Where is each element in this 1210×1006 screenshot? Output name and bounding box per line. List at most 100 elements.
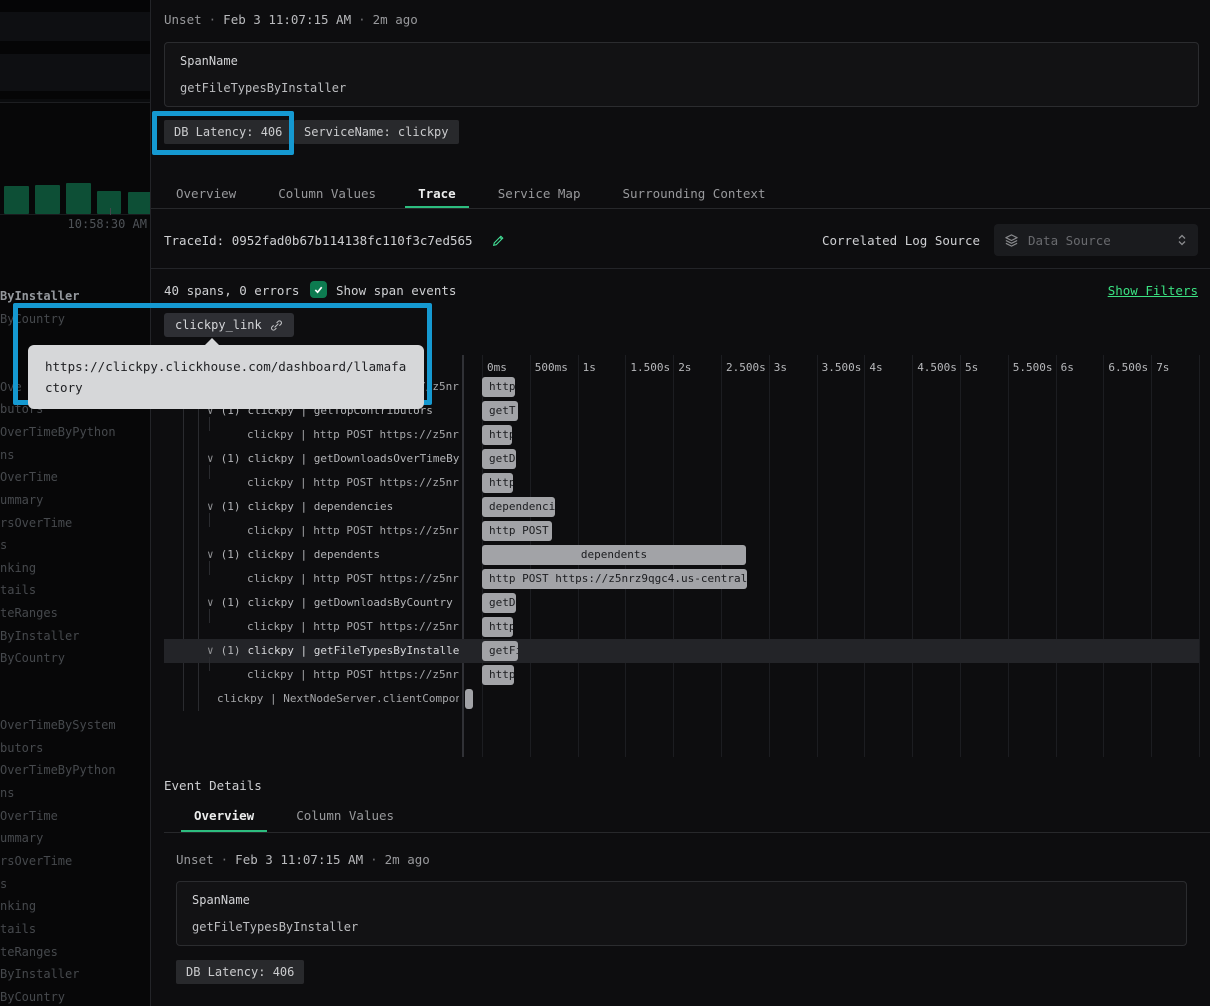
chevron-down-icon[interactable]: ∨ xyxy=(207,591,214,615)
axis-tick-label: 5s xyxy=(965,361,978,374)
chevron-down-icon[interactable]: ∨ xyxy=(207,447,214,471)
db-latency-badge-bottom[interactable]: DB Latency: 406 xyxy=(176,960,304,984)
event-timestamp: Feb 3 11:07:15 AM xyxy=(235,852,363,867)
event-tab-overview[interactable]: Overview xyxy=(181,800,267,832)
db-latency-badge[interactable]: DB Latency: 406 xyxy=(164,120,292,144)
span-duration-bar[interactable]: http POST https://z5nrz9qgc4.us-central xyxy=(482,569,747,589)
background-list-item: teRanges xyxy=(0,605,150,622)
background-row xyxy=(0,54,150,91)
background-list-item: ummary xyxy=(0,830,150,847)
span-name-box: SpanName getFileTypesByInstaller xyxy=(164,42,1199,107)
background-list-item: ummary xyxy=(0,492,150,509)
span-row[interactable]: ∨(1)clickpy | dependenciesdependenci xyxy=(151,495,1210,519)
span-duration-bar[interactable]: dependenci xyxy=(482,497,555,517)
event-details-tabs: Overview Column Values xyxy=(164,800,1210,833)
detail-tabs: Overview Column Values Trace Service Map Sur… xyxy=(151,178,1210,209)
histogram-bar xyxy=(35,185,60,214)
background-list-item: ByCountry xyxy=(0,311,150,328)
axis-tick-label: 2.500s xyxy=(726,361,766,374)
link-icon xyxy=(270,319,283,332)
clickpy-link-badge[interactable]: clickpy_link xyxy=(164,313,294,337)
span-duration-bar[interactable]: getD xyxy=(482,449,516,469)
span-row[interactable]: clickpy | http POST https://z5nrz http PO… xyxy=(151,567,1210,591)
span-duration-bar[interactable]: http xyxy=(482,665,514,685)
axis-tick-label: 2s xyxy=(678,361,691,374)
background-list-item: rsOverTime xyxy=(0,853,150,870)
link-url-tooltip: https://clickpy.clickhouse.com/dashboard… xyxy=(28,345,424,409)
span-duration-bar[interactable]: http xyxy=(482,617,513,637)
spans-summary: 40 spans, 0 errors xyxy=(164,283,299,298)
trace-waterfall: 0ms500ms1s1.500s2s2.500s3s3.500s4s4.500s… xyxy=(151,355,1210,757)
tab-overview[interactable]: Overview xyxy=(163,178,249,208)
histogram-bar xyxy=(4,186,29,214)
span-duration-bar[interactable]: http xyxy=(482,425,512,445)
span-label: clickpy | NextNodeServer.clientCompone xyxy=(217,687,459,711)
tab-service-map[interactable]: Service Map xyxy=(485,178,594,208)
chevron-down-icon[interactable]: ∨ xyxy=(207,639,214,663)
span-label: clickpy | getFileTypesByInstaller xyxy=(248,639,460,663)
axis-tick-label: 1s xyxy=(583,361,596,374)
span-row[interactable]: ∨(1)clickpy | dependentsdependents xyxy=(151,543,1210,567)
background-list-item: OverTimeByPython xyxy=(0,424,150,441)
span-details-drawer: Unset·Feb 3 11:07:15 AM·2m ago SpanName … xyxy=(150,0,1210,1006)
tab-surrounding-context[interactable]: Surrounding Context xyxy=(610,178,779,208)
tab-trace[interactable]: Trace xyxy=(405,178,469,208)
clickpy-link-label: clickpy_link xyxy=(175,318,262,332)
data-source-select[interactable]: Data Source xyxy=(994,224,1198,256)
span-row[interactable]: clickpy | http POST https://z5nrz http xyxy=(151,423,1210,447)
span-label: clickpy | http POST https://z5nrz xyxy=(247,423,459,447)
axis-tick-label: 3.500s xyxy=(822,361,862,374)
edit-icon[interactable] xyxy=(491,233,506,248)
service-name-badge[interactable]: ServiceName: clickpy xyxy=(294,120,459,144)
span-duration-bar[interactable]: getT xyxy=(482,401,518,421)
span-duration-bar[interactable] xyxy=(465,689,473,709)
show-span-events-checkbox[interactable] xyxy=(310,281,327,298)
span-row[interactable]: clickpy | http POST https://z5nrz http xyxy=(151,663,1210,687)
span-name: clickpy | http POST https://z5nrz xyxy=(247,663,459,687)
span-row[interactable]: ∨(1)clickpy | getDownloadsOverTimeBySget… xyxy=(151,447,1210,471)
chevron-down-icon[interactable]: ∨ xyxy=(207,543,214,567)
span-duration-bar[interactable]: http POST xyxy=(482,521,552,541)
chevron-updown-icon xyxy=(1176,233,1188,247)
background-list-item: teRanges xyxy=(0,944,150,961)
span-row[interactable]: clickpy | NextNodeServer.clientCompone xyxy=(151,687,1210,711)
background-band xyxy=(0,99,150,103)
show-filters-link[interactable]: Show Filters xyxy=(1108,283,1198,298)
span-duration-bar[interactable]: http xyxy=(482,377,515,397)
span-label: clickpy | http POST https://z5nrz xyxy=(247,567,459,591)
background-list-item: OverTimeBySystem xyxy=(0,717,150,734)
span-duration-bar[interactable]: dependents xyxy=(482,545,746,565)
field-label: SpanName xyxy=(180,54,1183,68)
background-band xyxy=(0,41,150,54)
span-row[interactable]: ∨(1)clickpy | getDownloadsByCountrygetD xyxy=(151,591,1210,615)
status-value: Unset xyxy=(176,852,214,867)
status-value: Unset xyxy=(164,12,202,27)
background-list-item: ByInstaller xyxy=(0,628,150,645)
background-list-item: ByCountry xyxy=(0,650,150,667)
trace-id-row: TraceId: 0952fad0b67b114138fc110f3c7ed56… xyxy=(164,224,506,256)
show-span-events-label[interactable]: Show span events xyxy=(336,283,456,298)
event-status-line: Unset·Feb 3 11:07:15 AM·2m ago xyxy=(164,12,418,27)
span-row[interactable]: ∨(1)clickpy | getFileTypesByInstallerget… xyxy=(151,639,1210,663)
tab-column-values[interactable]: Column Values xyxy=(265,178,389,208)
axis-tick-label: 6.500s xyxy=(1108,361,1148,374)
field-value: getFileTypesByInstaller xyxy=(180,81,1183,95)
span-row[interactable]: clickpy | http POST https://z5nrzhttp PO… xyxy=(151,519,1210,543)
span-row[interactable]: clickpy | http POST https://z5nrz http xyxy=(151,471,1210,495)
background-list-item: rsOverTime xyxy=(0,515,150,532)
span-name: clickpy | http POST https://z5nrz xyxy=(247,471,459,495)
span-duration-bar[interactable]: getFi xyxy=(482,641,518,661)
span-duration-bar[interactable]: getD xyxy=(482,593,516,613)
span-label: clickpy | http POST https://z5nrz xyxy=(247,663,459,687)
span-event-count: (1) xyxy=(221,543,241,567)
axis-tick-label: 6s xyxy=(1061,361,1074,374)
span-duration-bar[interactable]: http xyxy=(482,473,513,493)
layers-icon xyxy=(1004,233,1019,248)
span-row[interactable]: clickpy | http POST https://z5nrzhttp xyxy=(151,615,1210,639)
field-label: SpanName xyxy=(192,893,1171,907)
axis-tick-label: 4.500s xyxy=(917,361,957,374)
chevron-down-icon[interactable]: ∨ xyxy=(207,495,214,519)
event-status-line-bottom: Unset·Feb 3 11:07:15 AM·2m ago xyxy=(176,852,430,867)
span-label: clickpy | dependencies xyxy=(248,495,394,519)
event-tab-column-values[interactable]: Column Values xyxy=(283,800,407,832)
